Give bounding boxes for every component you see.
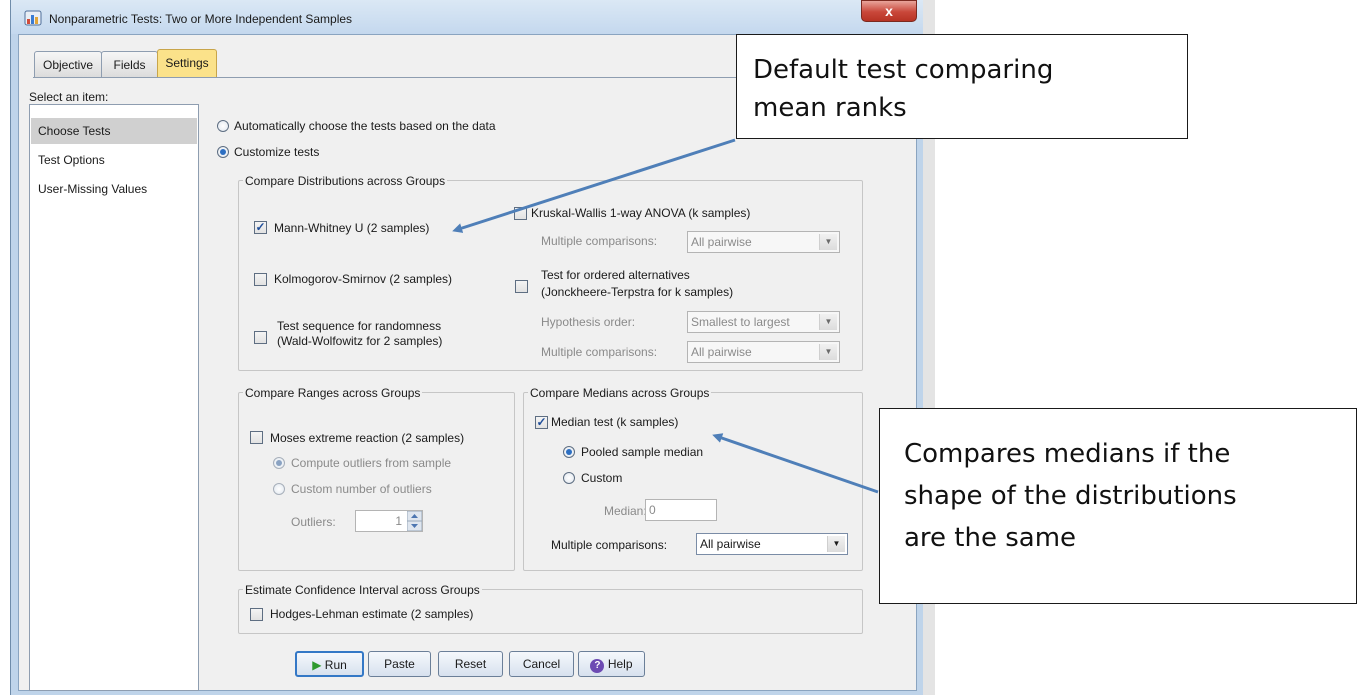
arrow-to-mann-whitney — [452, 138, 736, 233]
annotation-arrows — [452, 138, 879, 494]
arrow-to-median-test — [712, 433, 879, 494]
